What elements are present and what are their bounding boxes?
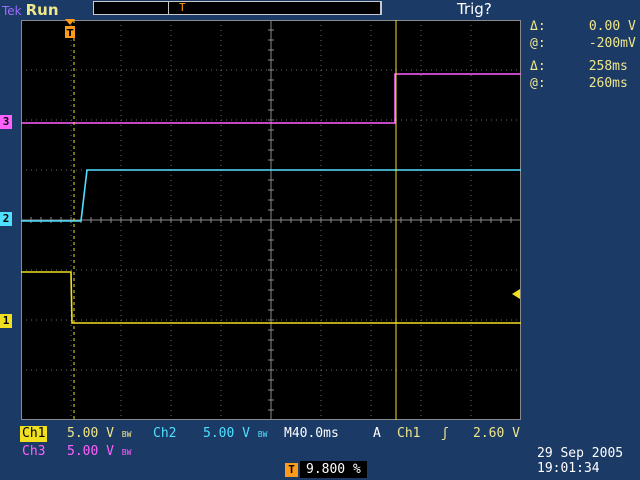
acquisition-status: Run <box>25 1 59 19</box>
ch1-label[interactable]: Ch1 <box>20 426 48 442</box>
ch2-ground-marker[interactable]: 2 <box>0 212 12 226</box>
cursor-v-at: -200mV <box>588 36 636 51</box>
cursor-v-delta-row: Δ: 0.00 V <box>530 19 636 34</box>
graticule <box>21 20 521 420</box>
timebase[interactable]: M40.0ms <box>284 426 339 442</box>
trigger-source[interactable]: Ch1 <box>397 426 420 442</box>
ch3-ground-marker[interactable]: 3 <box>0 115 12 129</box>
delta-symbol: Δ: <box>530 19 546 34</box>
ch1-bw-flag: BW <box>121 430 132 439</box>
ch3-bw-flag: BW <box>121 448 132 457</box>
at-symbol: @: <box>530 36 546 51</box>
trigger-status: Trig? <box>457 0 492 18</box>
delta-symbol: Δ: <box>530 59 546 74</box>
record-view-window <box>168 1 382 15</box>
ch2-bw-flag: BW <box>257 430 268 439</box>
at-symbol: @: <box>530 76 546 91</box>
trigger-position-icon: T <box>285 463 298 477</box>
ch1-scale: 5.00 V BW <box>67 426 131 442</box>
ch3-label[interactable]: Ch3 <box>20 444 47 460</box>
cursor-t-at-row: @: 260ms <box>530 76 628 91</box>
trigger-position-marker[interactable]: T <box>64 19 76 41</box>
brand-status: Tek Run <box>2 1 59 19</box>
trigger-level[interactable]: 2.60 V <box>473 426 520 442</box>
ch2-scale-value: 5.00 V <box>203 426 250 441</box>
ch2-label[interactable]: Ch2 <box>151 426 178 442</box>
cursor-t-at: 260ms <box>588 76 628 91</box>
cursor-t-delta-row: Δ: 258ms <box>530 59 628 74</box>
trigger-position-readout: 9.800 % <box>300 461 367 478</box>
trigger-slope-icon: ʃ <box>441 426 449 441</box>
cursor-v-at-row: @: -200mV <box>530 36 636 51</box>
time-display: 19:01:34 <box>537 461 600 476</box>
brand-logo: Tek <box>2 4 22 18</box>
trigger-level-arrow-icon[interactable] <box>512 289 520 299</box>
ch2-scale: 5.00 V BW <box>203 426 267 442</box>
ch1-ground-marker[interactable]: 1 <box>0 314 12 328</box>
ch3-scale-value: 5.00 V <box>67 444 114 459</box>
trigger-mode: A <box>373 426 381 441</box>
waveform-display[interactable] <box>21 20 521 420</box>
cursor-v-delta: 0.00 V <box>588 19 636 34</box>
date-display: 29 Sep 2005 <box>537 446 624 461</box>
ch3-scale: 5.00 V BW <box>67 444 131 460</box>
cursor-t-delta: 258ms <box>588 59 628 74</box>
ch1-scale-value: 5.00 V <box>67 426 114 441</box>
record-trigger-icon: T <box>179 1 186 14</box>
svg-text:T: T <box>67 28 74 39</box>
